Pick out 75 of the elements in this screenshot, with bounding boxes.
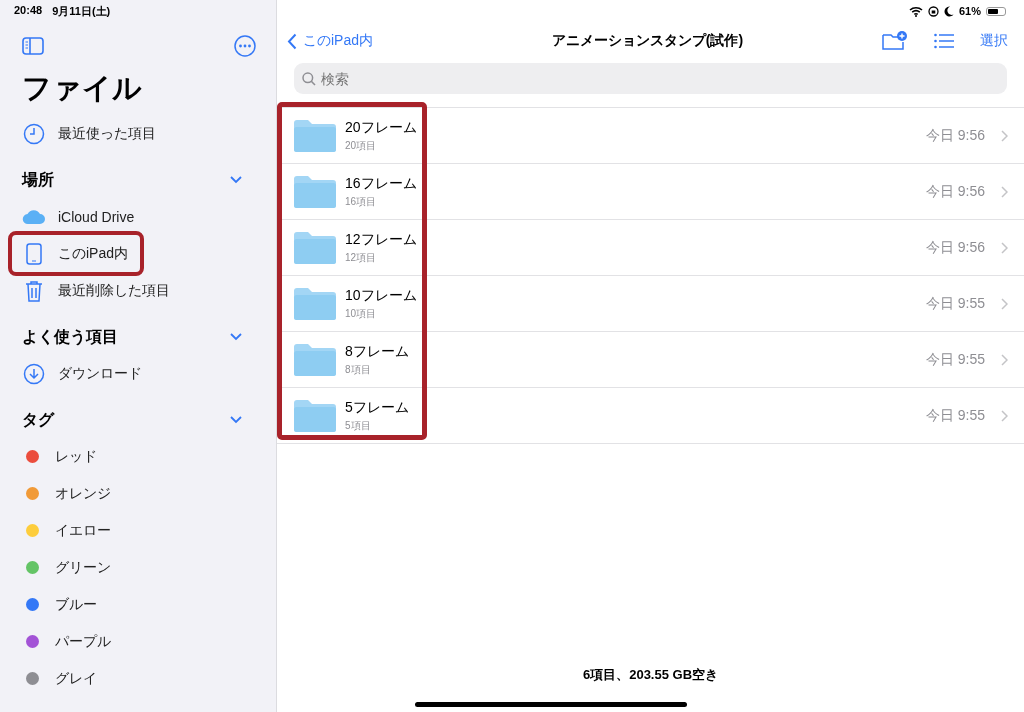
more-icon[interactable] xyxy=(234,35,256,57)
folder-row[interactable]: 10フレーム 10項目 今日 9:55 xyxy=(277,276,1024,332)
sidebar-item[interactable]: レッド xyxy=(22,438,256,475)
folder-title: アニメーションスタンプ(試作) xyxy=(551,32,744,50)
modified-date: 今日 9:55 xyxy=(925,294,985,313)
wifi-icon xyxy=(908,5,923,17)
item-count: 8項目 xyxy=(345,362,372,377)
sidebar-item[interactable]: 最近使った項目 xyxy=(22,115,256,152)
select-button[interactable]: 選択 xyxy=(980,32,1008,50)
status-date: 9月11日(土) xyxy=(52,4,111,19)
folder-name: 10フレーム xyxy=(345,286,418,305)
sidebar-item[interactable]: グレイ xyxy=(22,660,256,697)
sidebar-item[interactable]: iCloud Drive xyxy=(22,198,256,235)
modified-date: 今日 9:56 xyxy=(925,126,985,145)
folder-name: 5フレーム xyxy=(345,398,410,417)
folder-row[interactable]: 8フレーム 8項目 今日 9:55 xyxy=(277,332,1024,388)
folder-icon xyxy=(293,286,337,321)
folder-icon xyxy=(293,174,337,209)
battery-percent: 61% xyxy=(958,5,981,17)
sidebar-item[interactable]: パープル xyxy=(22,623,256,660)
section-header: タグ xyxy=(22,409,54,430)
modified-date: 今日 9:55 xyxy=(925,406,985,425)
chevron-icon[interactable] xyxy=(230,333,242,341)
folder-row[interactable]: 16フレーム 16項目 今日 9:56 xyxy=(277,164,1024,220)
chevron-right-icon xyxy=(1001,297,1008,310)
folder-name: 8フレーム xyxy=(345,342,410,361)
new-folder-icon[interactable] xyxy=(882,31,908,51)
moon-icon xyxy=(943,5,954,17)
folder-icon xyxy=(293,398,337,433)
rotation-lock-icon xyxy=(927,5,939,17)
storage-summary: 6項目、203.55 GB空き xyxy=(581,666,720,684)
item-count: 20項目 xyxy=(345,138,378,153)
folder-row[interactable]: 12フレーム 12項目 今日 9:56 xyxy=(277,220,1024,276)
chevron-icon[interactable] xyxy=(230,176,242,184)
status-time: 20:48 xyxy=(14,4,43,18)
battery-icon xyxy=(986,6,1006,16)
chevron-icon[interactable] xyxy=(230,416,242,424)
folder-row[interactable]: 5フレーム 5項目 今日 9:55 xyxy=(277,388,1024,444)
section-header: 場所 xyxy=(22,169,54,190)
search-field[interactable]: 検索 xyxy=(294,63,1007,94)
download-icon xyxy=(22,362,46,385)
item-count: 16項目 xyxy=(345,194,378,209)
chevron-right-icon xyxy=(1001,353,1008,366)
item-count: 5項目 xyxy=(345,418,372,433)
sidebar-item[interactable]: グリーン xyxy=(22,549,256,586)
folder-icon xyxy=(293,118,337,153)
chevron-right-icon xyxy=(1001,185,1008,198)
sidebar-item[interactable]: ダウンロード xyxy=(22,355,256,392)
sidebar-toggle-icon[interactable] xyxy=(22,37,44,55)
chevron-right-icon xyxy=(1001,409,1008,422)
item-count: 10項目 xyxy=(345,306,378,321)
folder-name: 16フレーム xyxy=(345,174,418,193)
folder-name: 12フレーム xyxy=(345,230,418,249)
folder-icon xyxy=(293,342,337,377)
chevron-left-icon xyxy=(287,32,297,50)
sidebar-item[interactable]: ブルー xyxy=(22,586,256,623)
folder-name: 20フレーム xyxy=(345,118,418,137)
clock-icon xyxy=(22,122,46,145)
folder-row[interactable]: 20フレーム 20項目 今日 9:56 xyxy=(277,108,1024,164)
chevron-right-icon xyxy=(1001,129,1008,142)
sidebar-item[interactable]: イエロー xyxy=(22,512,256,549)
sidebar-item[interactable]: このiPad内 xyxy=(12,235,140,272)
back-button[interactable]: このiPad内 xyxy=(287,32,374,50)
list-view-icon[interactable] xyxy=(934,33,954,49)
modified-date: 今日 9:56 xyxy=(925,182,985,201)
folder-icon xyxy=(293,230,337,265)
cloud-icon xyxy=(22,208,46,225)
sidebar-item[interactable]: オレンジ xyxy=(22,475,256,512)
sidebar-item[interactable]: 最近削除した項目 xyxy=(22,272,256,309)
modified-date: 今日 9:56 xyxy=(925,238,985,257)
item-count: 12項目 xyxy=(345,250,378,265)
modified-date: 今日 9:55 xyxy=(925,350,985,369)
chevron-right-icon xyxy=(1001,241,1008,254)
section-header: よく使う項目 xyxy=(22,326,118,348)
sidebar-title: ファイル xyxy=(22,71,143,106)
